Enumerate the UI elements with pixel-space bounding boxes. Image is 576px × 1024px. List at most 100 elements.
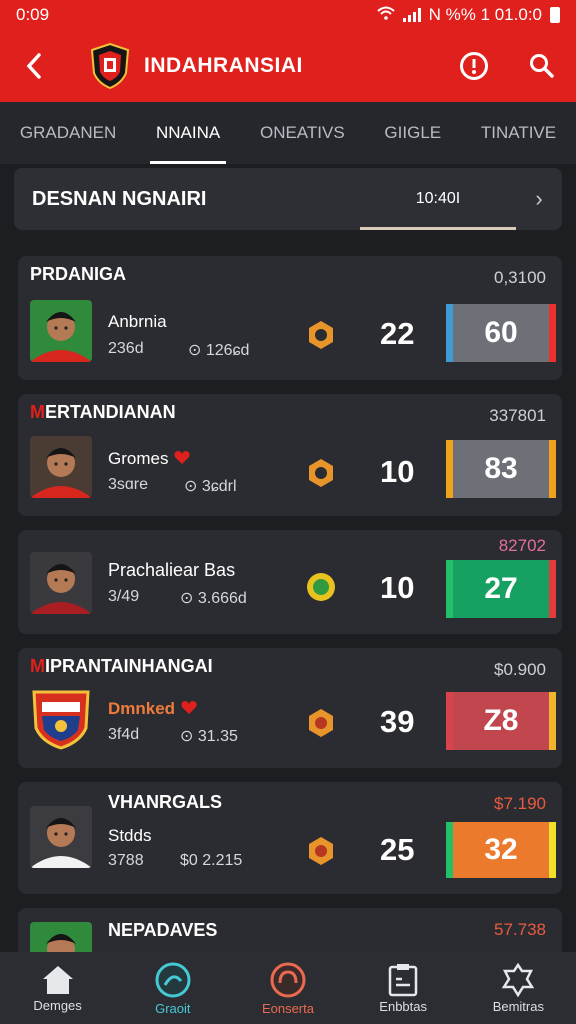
heart-icon — [181, 701, 197, 714]
player-card[interactable]: VHANRGALS $7.190 Stdds 3788 $0 2.215 25 … — [18, 782, 562, 894]
card-stat: $7.190 — [494, 794, 546, 813]
rating-right-bar — [549, 560, 556, 618]
app-bar: INDAHRANSIAI — [0, 30, 576, 102]
nav-item-stats[interactable]: Graoit — [115, 961, 230, 1016]
status-time: 0:09 — [16, 5, 50, 24]
rating-box: 27 — [446, 560, 556, 618]
tab-oneativs[interactable]: ONEATIVS — [254, 102, 351, 164]
player-card[interactable]: 82702 Prachaliear Bas 3/49 ⊙ 3.666d 10 2… — [18, 530, 562, 634]
tab-bar: GRADANEN NNAINA ONEATIVS GIIGLE TINATIVE — [0, 102, 576, 164]
card-stat: 57.738 — [494, 920, 546, 939]
rating-left-bar — [446, 304, 453, 362]
player-name: Prachaliear Bas — [108, 560, 236, 580]
home-icon — [42, 965, 73, 994]
card-title: VHANRGALS — [108, 792, 223, 812]
player-score: 22 — [380, 316, 415, 351]
avatar — [30, 552, 92, 614]
tab-tinative[interactable]: TINATIVE — [475, 102, 562, 164]
player-card[interactable]: PRDANIGA 0,3100 Anbrnia 236d ⊙ 126ɕd 22 … — [18, 256, 562, 380]
player-card[interactable]: MIPRANTAINHANGAI $0.900 Dmnked 3f4d ⊙ 31… — [18, 648, 562, 768]
back-button[interactable] — [0, 30, 68, 102]
rating-box: 32 — [446, 822, 556, 878]
rating-right-bar — [549, 440, 556, 498]
nav-label: Bemitras — [492, 998, 544, 1014]
club-badge-icon — [309, 837, 333, 865]
rating-left-bar — [446, 822, 453, 878]
card-title: PRDANIGA — [30, 264, 127, 284]
player-meta: ⊙ 3.666d — [180, 590, 247, 607]
club-crest-image — [32, 690, 90, 750]
player-score: 10 — [380, 454, 415, 489]
rating-left-bar — [446, 560, 453, 618]
player-number: 3788 — [108, 852, 144, 869]
player-score: 10 — [380, 570, 415, 605]
card-title: MERTANDIANAN — [30, 402, 176, 422]
shield-badge-icon — [502, 962, 535, 997]
card-title: NEPADAVES — [108, 920, 218, 940]
card-title: MIPRANTAINHANGAI — [30, 656, 213, 676]
status-right: N %% 1 01.0:0 — [428, 5, 542, 24]
player-number: 236d — [108, 340, 144, 357]
rating-value: Z8 — [483, 704, 519, 737]
chevron-right-icon[interactable]: › — [516, 186, 562, 212]
tab-giigle[interactable]: GIIGLE — [378, 102, 447, 164]
player-name: Dmnked — [108, 698, 198, 719]
chart-circle-icon — [155, 962, 191, 997]
player-meta: ⊙ 126ɕd — [188, 342, 250, 359]
club-badge-icon — [307, 573, 335, 601]
rating-value: 83 — [484, 452, 518, 485]
club-crest-icon — [90, 43, 130, 89]
avatar — [30, 806, 92, 868]
nav-label: Graoit — [155, 1000, 191, 1016]
avatar — [30, 300, 92, 362]
info-icon — [460, 52, 488, 80]
rating-box: 60 — [446, 304, 556, 362]
app-root: 0:09 N %% 1 01.0:0 INDAHRANSIAI GRADANEN… — [0, 0, 576, 1024]
nav-item-support[interactable]: Eonserta — [230, 961, 345, 1016]
back-arrow-icon — [26, 53, 41, 79]
page-title: INDAHRANSIAI — [144, 54, 303, 77]
match-header-time: 10:40I — [360, 168, 516, 230]
card-stat: 337801 — [489, 406, 546, 425]
status-bar: 0:09 N %% 1 01.0:0 — [0, 0, 576, 30]
match-header[interactable]: DESNAN NGNAIRI 10:40I › — [14, 168, 562, 230]
tab-nnaina[interactable]: NNAINA — [149, 102, 227, 164]
clipboard-icon — [388, 963, 418, 996]
rating-right-bar — [549, 692, 556, 750]
avatar — [30, 436, 92, 498]
tab-gradanen[interactable]: GRADANEN — [14, 102, 122, 164]
player-score: 39 — [380, 704, 415, 739]
rating-left-bar — [446, 440, 453, 498]
nav-item-clubs[interactable]: Bemitras — [461, 962, 576, 1014]
heart-icon — [174, 451, 190, 464]
card-stat: 0,3100 — [494, 268, 546, 287]
club-badge-icon — [309, 321, 333, 349]
status-icons: N %% 1 01.0:0 — [376, 5, 560, 25]
card-stat: 82702 — [498, 536, 546, 555]
rating-right-bar — [549, 822, 556, 878]
rating-value: 32 — [484, 833, 518, 866]
rating-box: 83 — [446, 440, 556, 498]
nav-item-home[interactable]: Demges — [0, 964, 115, 1013]
player-number: 3sɑre — [108, 476, 149, 493]
search-button[interactable] — [508, 30, 576, 102]
player-name: Stdds — [108, 826, 152, 845]
club-badge-icon — [309, 459, 333, 487]
bottom-nav: Demges Graoit Eonserta Enbbtas Bemitras — [0, 952, 576, 1024]
signal-icon — [402, 8, 421, 22]
match-header-title: DESNAN NGNAIRI — [32, 187, 207, 210]
player-name: Gromes — [108, 448, 191, 469]
player-card[interactable]: MERTANDIANAN 337801 Gromes 3sɑre ⊙ 3ɕdrl… — [18, 394, 562, 516]
rating-value: 60 — [484, 316, 518, 349]
player-number: 3/49 — [108, 588, 140, 605]
nav-item-schedule[interactable]: Enbbtas — [346, 963, 461, 1014]
search-icon — [530, 54, 554, 78]
player-score: 25 — [380, 832, 415, 867]
player-name: Anbrnia — [108, 312, 167, 331]
player-meta: $0 2.215 — [180, 852, 243, 869]
info-button[interactable] — [440, 30, 508, 102]
player-meta: ⊙ 31.35 — [180, 728, 238, 745]
card-stat: $0.900 — [494, 660, 546, 679]
nav-label: Eonserta — [261, 1000, 314, 1016]
nav-label: Demges — [33, 997, 82, 1013]
